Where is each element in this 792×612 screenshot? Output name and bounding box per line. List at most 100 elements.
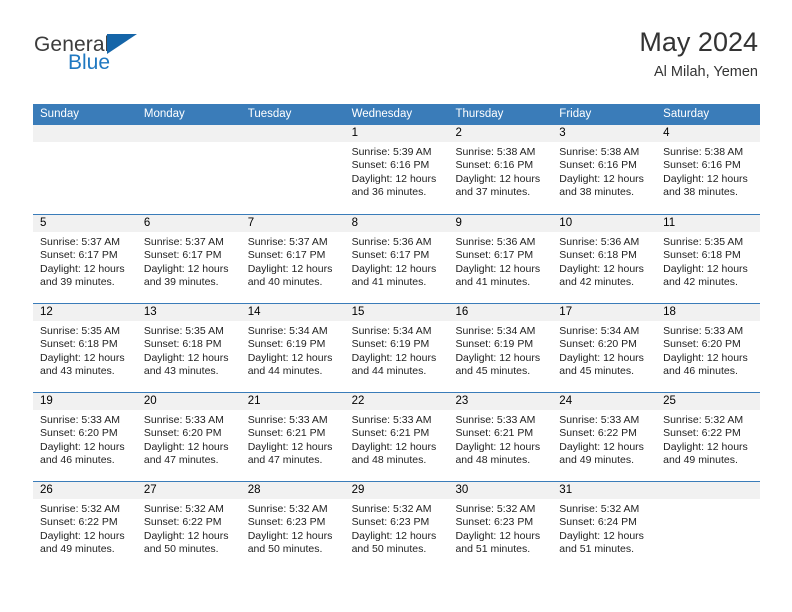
calendar-week-row: 26 Sunrise: 5:32 AM Sunset: 6:22 PM Dayligh… [33, 481, 761, 570]
sunrise-text: Sunrise: 5:32 AM [663, 414, 744, 426]
calendar-day-cell[interactable]: 31 Sunrise: 5:32 AM Sunset: 6:24 PM Dayligh… [552, 482, 657, 570]
day-number: 22 [344, 393, 449, 410]
calendar-day-cell[interactable]: 17 Sunrise: 5:34 AM Sunset: 6:20 PM Dayligh… [552, 304, 657, 392]
sunrise-text: Sunrise: 5:38 AM [559, 146, 640, 158]
sunrise-text: Sunrise: 5:36 AM [559, 236, 640, 248]
day-number: 28 [240, 482, 345, 499]
calendar-weeks: 1 Sunrise: 5:39 AM Sunset: 6:16 PM Daylight… [33, 125, 761, 570]
day-details: Sunrise: 5:33 AM Sunset: 6:21 PM Daylight:… [448, 410, 552, 468]
calendar-day-cell[interactable]: 29 Sunrise: 5:32 AM Sunset: 6:23 PM Dayligh… [344, 482, 449, 570]
daylight-text-line1: Daylight: 12 hours [455, 172, 541, 185]
sunset-text: Sunset: 6:21 PM [247, 427, 326, 440]
day-details: Sunrise: 5:34 AM Sunset: 6:19 PM Daylight:… [448, 321, 552, 379]
page-header: General Blue May 2024 Al Milah, Yemen [0, 0, 792, 81]
daylight-text-line2: and 49 minutes. [40, 543, 115, 556]
day-number: 1 [344, 125, 449, 142]
daylight-text-line2: and 51 minutes. [455, 543, 531, 556]
daylight-text-line2: and 49 minutes. [559, 454, 635, 467]
calendar-day-cell[interactable]: 5 Sunrise: 5:37 AM Sunset: 6:17 PM Daylight… [33, 215, 137, 303]
daylight-text-line2: and 45 minutes. [559, 365, 635, 378]
calendar-day-cell[interactable]: 4 Sunrise: 5:38 AM Sunset: 6:16 PM Daylight… [656, 125, 761, 214]
daylight-text-line1: Daylight: 12 hours [40, 529, 125, 542]
calendar-day-cell[interactable]: 3 Sunrise: 5:38 AM Sunset: 6:16 PM Daylight… [552, 125, 657, 214]
day-number: 9 [448, 215, 553, 232]
day-number [240, 125, 345, 142]
daylight-text-line1: Daylight: 12 hours [351, 529, 437, 542]
calendar-day-cell[interactable]: 24 Sunrise: 5:33 AM Sunset: 6:22 PM Dayligh… [552, 393, 657, 481]
daylight-text-line2: and 44 minutes. [247, 365, 323, 378]
sunset-text: Sunset: 6:19 PM [247, 338, 326, 351]
calendar-day-cell[interactable]: 8 Sunrise: 5:36 AM Sunset: 6:17 PM Daylight… [344, 215, 449, 303]
sunset-text: Sunset: 6:19 PM [455, 338, 534, 351]
calendar-day-cell[interactable]: 6 Sunrise: 5:37 AM Sunset: 6:17 PM Daylight… [136, 215, 241, 303]
daylight-text-line2: and 48 minutes. [351, 454, 427, 467]
calendar-day-cell[interactable]: 30 Sunrise: 5:32 AM Sunset: 6:23 PM Dayligh… [448, 482, 553, 570]
calendar-day-cell[interactable]: 2 Sunrise: 5:38 AM Sunset: 6:16 PM Daylight… [448, 125, 553, 214]
day-number: 21 [240, 393, 345, 410]
day-number: 25 [656, 393, 761, 410]
sunset-text: Sunset: 6:23 PM [455, 516, 534, 529]
calendar-day-cell[interactable]: 1 Sunrise: 5:39 AM Sunset: 6:16 PM Daylight… [344, 125, 449, 214]
day-number: 19 [33, 393, 137, 410]
day-number [33, 125, 137, 142]
calendar-day-cell[interactable]: 13 Sunrise: 5:35 AM Sunset: 6:18 PM Dayligh… [136, 304, 241, 392]
page-subtitle-location: Al Milah, Yemen [654, 64, 758, 81]
daylight-text-line2: and 39 minutes. [40, 276, 115, 289]
daylight-text-line1: Daylight: 12 hours [559, 351, 644, 364]
sunrise-text: Sunrise: 5:32 AM [40, 503, 120, 515]
calendar-day-cell[interactable]: 10 Sunrise: 5:36 AM Sunset: 6:18 PM Dayligh… [552, 215, 657, 303]
calendar-day-cell[interactable]: 9 Sunrise: 5:36 AM Sunset: 6:17 PM Daylight… [448, 215, 553, 303]
sunset-text: Sunset: 6:18 PM [559, 249, 637, 262]
calendar-week-row: 5 Sunrise: 5:37 AM Sunset: 6:17 PM Daylight… [33, 214, 761, 303]
calendar-day-cell[interactable]: 27 Sunrise: 5:32 AM Sunset: 6:22 PM Dayligh… [136, 482, 241, 570]
daylight-text-line1: Daylight: 12 hours [455, 351, 541, 364]
calendar-day-cell[interactable]: 18 Sunrise: 5:33 AM Sunset: 6:20 PM Dayligh… [656, 304, 761, 392]
day-details: Sunrise: 5:33 AM Sunset: 6:20 PM Daylight:… [656, 321, 760, 379]
daylight-text-line1: Daylight: 12 hours [455, 529, 541, 542]
calendar-day-cell[interactable]: 15 Sunrise: 5:34 AM Sunset: 6:19 PM Dayligh… [344, 304, 449, 392]
calendar-day-cell[interactable]: 14 Sunrise: 5:34 AM Sunset: 6:19 PM Dayligh… [240, 304, 345, 392]
sunrise-text: Sunrise: 5:38 AM [663, 146, 744, 158]
calendar-day-cell[interactable]: 25 Sunrise: 5:32 AM Sunset: 6:22 PM Dayligh… [656, 393, 761, 481]
daylight-text-line1: Daylight: 12 hours [143, 262, 229, 275]
day-number: 13 [136, 304, 241, 321]
calendar-day-cell[interactable]: 19 Sunrise: 5:33 AM Sunset: 6:20 PM Dayligh… [33, 393, 137, 481]
calendar-day-cell[interactable]: 22 Sunrise: 5:33 AM Sunset: 6:21 PM Dayligh… [344, 393, 449, 481]
weekday-header-saturday: Saturday [663, 108, 710, 120]
daylight-text-line1: Daylight: 12 hours [351, 262, 437, 275]
calendar-day-cell[interactable]: 16 Sunrise: 5:34 AM Sunset: 6:19 PM Dayligh… [448, 304, 553, 392]
daylight-text-line2: and 49 minutes. [663, 454, 738, 467]
day-details: Sunrise: 5:36 AM Sunset: 6:17 PM Daylight:… [448, 232, 552, 290]
day-number: 7 [240, 215, 345, 232]
sunset-text: Sunset: 6:22 PM [559, 427, 637, 440]
sunrise-text: Sunrise: 5:36 AM [351, 236, 432, 248]
day-details: Sunrise: 5:32 AM Sunset: 6:22 PM Daylight:… [656, 410, 760, 468]
day-details: Sunrise: 5:32 AM Sunset: 6:22 PM Daylight:… [33, 499, 137, 557]
day-number: 8 [344, 215, 449, 232]
sunrise-text: Sunrise: 5:32 AM [143, 503, 224, 515]
calendar-day-cell[interactable]: 26 Sunrise: 5:32 AM Sunset: 6:22 PM Dayligh… [33, 482, 137, 570]
weekday-header-tuesday: Tuesday [247, 108, 292, 120]
daylight-text-line1: Daylight: 12 hours [663, 351, 748, 364]
day-number: 30 [448, 482, 553, 499]
daylight-text-line2: and 43 minutes. [143, 365, 219, 378]
calendar-day-cell[interactable]: 11 Sunrise: 5:35 AM Sunset: 6:18 PM Dayligh… [656, 215, 761, 303]
daylight-text-line2: and 51 minutes. [559, 543, 635, 556]
day-details: Sunrise: 5:33 AM Sunset: 6:22 PM Daylight:… [552, 410, 656, 468]
sunset-text: Sunset: 6:17 PM [455, 249, 534, 262]
calendar-day-cell[interactable]: 7 Sunrise: 5:37 AM Sunset: 6:17 PM Daylight… [240, 215, 345, 303]
daylight-text-line1: Daylight: 12 hours [143, 440, 229, 453]
calendar-day-cell[interactable]: 21 Sunrise: 5:33 AM Sunset: 6:21 PM Dayligh… [240, 393, 345, 481]
daylight-text-line2: and 50 minutes. [351, 543, 427, 556]
calendar-day-cell[interactable]: 23 Sunrise: 5:33 AM Sunset: 6:21 PM Dayligh… [448, 393, 553, 481]
sunrise-text: Sunrise: 5:33 AM [40, 414, 120, 426]
calendar-day-cell[interactable]: 12 Sunrise: 5:35 AM Sunset: 6:18 PM Dayligh… [33, 304, 137, 392]
daylight-text-line2: and 38 minutes. [559, 186, 635, 199]
general-blue-logo[interactable]: General Blue [34, 28, 138, 73]
day-number: 4 [656, 125, 761, 142]
calendar-day-cell[interactable]: 28 Sunrise: 5:32 AM Sunset: 6:23 PM Dayligh… [240, 482, 345, 570]
daylight-text-line1: Daylight: 12 hours [351, 440, 437, 453]
calendar-day-cell[interactable]: 20 Sunrise: 5:33 AM Sunset: 6:20 PM Dayligh… [136, 393, 241, 481]
daylight-text-line2: and 40 minutes. [247, 276, 323, 289]
sunset-text: Sunset: 6:23 PM [351, 516, 430, 529]
